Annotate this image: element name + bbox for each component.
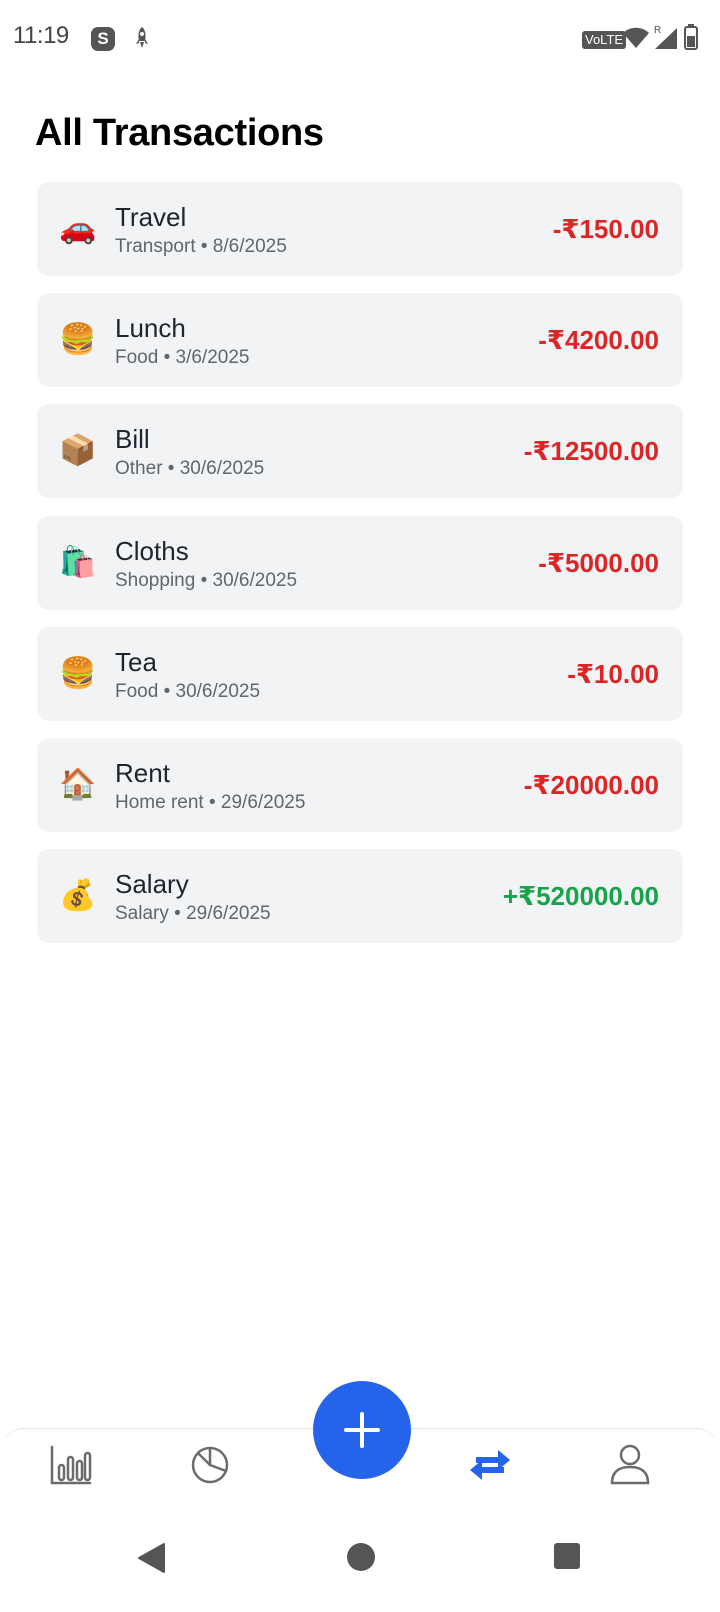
- transaction-meta: Salary • 29/6/2025: [115, 903, 271, 925]
- car-icon: 🚗: [59, 212, 97, 245]
- page-title: All Transactions: [35, 112, 324, 154]
- transaction-meta: Food • 3/6/2025: [115, 347, 250, 369]
- transaction-item[interactable]: 📦 Bill Other • 30/6/2025 -₹12500.00: [37, 404, 683, 499]
- status-time: 11:19: [13, 22, 69, 49]
- house-icon: 🏠: [59, 768, 97, 801]
- recents-icon[interactable]: [553, 1542, 581, 1570]
- transaction-title: Lunch: [115, 313, 186, 344]
- transaction-amount: -₹12500.00: [523, 436, 659, 467]
- transaction-meta: Shopping • 30/6/2025: [115, 569, 298, 591]
- transaction-title: Rent: [115, 758, 170, 788]
- wifi-icon: [623, 27, 649, 48]
- burger-icon: 🍔: [59, 656, 97, 690]
- skype-icon: S: [91, 27, 115, 51]
- transaction-title: Tea: [115, 646, 157, 677]
- transaction-amount: -₹10.00: [567, 658, 659, 689]
- signal-icon: R: [654, 25, 677, 49]
- transaction-item[interactable]: 🏠 Rent Home rent • 29/6/2025 -₹20000.00: [37, 738, 683, 832]
- transaction-meta: Transport • 8/6/2025: [115, 236, 287, 257]
- add-icon: [344, 1412, 380, 1448]
- transaction-meta: Other • 30/6/2025: [115, 458, 265, 480]
- status-bar: 11:19 S VoLTE R: [0, 0, 720, 78]
- back-icon[interactable]: [136, 1542, 166, 1574]
- transaction-amount: +₹520000.00: [502, 881, 659, 912]
- transaction-amount: -₹150.00: [552, 214, 659, 244]
- transaction-title: Bill: [115, 424, 150, 455]
- pie-chart-icon[interactable]: [188, 1443, 232, 1487]
- transaction-amount: -₹4200.00: [538, 325, 659, 356]
- system-nav-bar: [0, 1526, 720, 1612]
- package-icon: 📦: [59, 434, 97, 468]
- user-icon[interactable]: [608, 1443, 652, 1487]
- home-icon[interactable]: [346, 1542, 376, 1572]
- shopping-bags-icon: 🛍️: [59, 545, 97, 579]
- transaction-item[interactable]: 💰 Salary Salary • 29/6/2025 +₹520000.00: [37, 849, 683, 944]
- transaction-title: Cloths: [115, 535, 189, 566]
- transfer-icon[interactable]: [468, 1443, 512, 1487]
- rocket-icon: [136, 27, 148, 48]
- add-transaction-button[interactable]: [313, 1381, 411, 1479]
- transaction-item[interactable]: 🛍️ Cloths Shopping • 30/6/2025 -₹5000.00: [37, 515, 683, 610]
- money-bag-icon: 💰: [59, 879, 97, 913]
- transaction-item[interactable]: 🍔 Tea Food • 30/6/2025 -₹10.00: [37, 626, 683, 721]
- burger-icon: 🍔: [59, 323, 97, 357]
- transaction-title: Salary: [115, 869, 189, 900]
- transaction-title: Travel: [115, 202, 187, 232]
- transaction-meta: Food • 30/6/2025: [115, 680, 261, 702]
- roaming-label: R: [654, 25, 661, 36]
- battery-icon: [684, 24, 698, 50]
- transaction-amount: -₹5000.00: [538, 547, 659, 578]
- bar-chart-icon[interactable]: [48, 1443, 92, 1487]
- transaction-item[interactable]: 🚗 Travel Transport • 8/6/2025 -₹150.00: [37, 182, 683, 276]
- volte-badge: VoLTE: [582, 31, 627, 49]
- transaction-amount: -₹20000.00: [523, 770, 659, 800]
- transaction-meta: Home rent • 29/6/2025: [115, 792, 306, 813]
- transaction-item[interactable]: 🍔 Lunch Food • 3/6/2025 -₹4200.00: [37, 293, 683, 388]
